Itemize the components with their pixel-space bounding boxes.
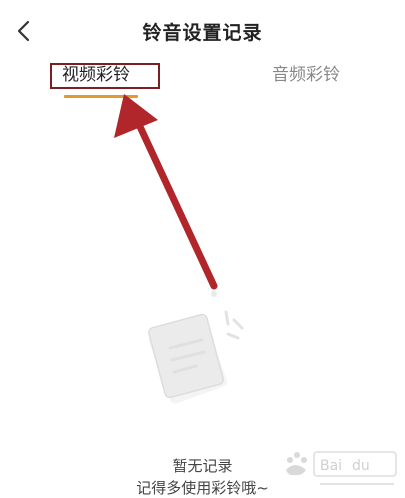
svg-text:du: du [352, 458, 370, 474]
baidu-watermark-logo: Bai du [286, 451, 397, 485]
empty-document-icon [148, 291, 244, 404]
annotation-arrow [114, 94, 218, 290]
svg-text:Bai: Bai [320, 458, 342, 474]
